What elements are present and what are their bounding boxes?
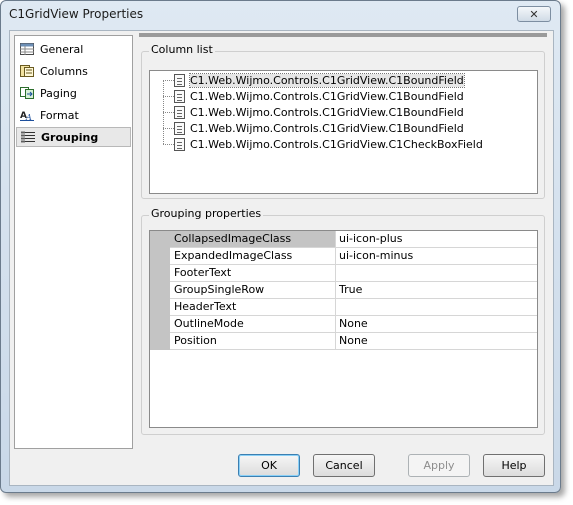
splitter-bar[interactable] (139, 33, 547, 37)
apply-button[interactable]: Apply (408, 454, 470, 477)
grouping-properties-title: Grouping properties (149, 207, 264, 220)
property-name: GroupSingleRow (170, 282, 336, 298)
tree-item[interactable]: C1.Web.Wijmo.Controls.C1GridView.C1Bound… (163, 120, 464, 136)
property-grid[interactable]: CollapsedImageClass ui-icon-plus Expande… (149, 230, 538, 428)
property-grid-gutter (150, 231, 170, 350)
close-icon: ✕ (529, 7, 539, 21)
property-value[interactable]: ui-icon-plus (336, 231, 537, 247)
tree-item[interactable]: C1.Web.Wijmo.Controls.C1GridView.C1Check… (163, 136, 483, 152)
tree-item[interactable]: C1.Web.Wijmo.Controls.C1GridView.C1Bound… (163, 88, 464, 104)
property-value[interactable]: None (336, 316, 537, 332)
grouping-icon (21, 131, 35, 143)
columns-icon (20, 65, 34, 77)
property-value[interactable] (336, 299, 537, 315)
general-icon (20, 43, 34, 55)
title-bar[interactable]: C1GridView Properties ✕ (1, 1, 560, 27)
tree-item-label: C1.Web.Wijmo.Controls.C1GridView.C1Bound… (190, 89, 464, 103)
property-row[interactable]: GroupSingleRow True (170, 282, 537, 299)
nav-item-label: General (40, 42, 84, 56)
tree-item[interactable]: C1.Web.Wijmo.Controls.C1GridView.C1Bound… (163, 104, 464, 120)
field-icon (174, 137, 185, 151)
field-icon (174, 105, 185, 119)
property-name: HeaderText (170, 299, 336, 315)
tree-item[interactable]: C1.Web.Wijmo.Controls.C1GridView.C1Bound… (163, 72, 465, 88)
field-icon (174, 73, 185, 87)
nav-item-label: Grouping (41, 130, 99, 144)
tree-item-label: C1.Web.Wijmo.Controls.C1GridView.C1Bound… (190, 121, 464, 135)
property-row[interactable]: CollapsedImageClass ui-icon-plus (170, 231, 537, 248)
property-value[interactable]: ui-icon-minus (336, 248, 537, 264)
nav-item-grouping[interactable]: Grouping (16, 127, 131, 147)
tree-item-label: C1.Web.Wijmo.Controls.C1GridView.C1Bound… (190, 105, 464, 119)
paging-icon (20, 87, 34, 99)
nav-item-format[interactable]: AA Format (16, 105, 131, 125)
field-icon (174, 121, 185, 135)
property-value[interactable] (336, 265, 537, 281)
cancel-button[interactable]: Cancel (313, 454, 375, 477)
nav-item-label: Paging (40, 86, 77, 100)
nav-item-label: Format (40, 108, 79, 122)
help-button[interactable]: Help (483, 454, 545, 477)
close-button[interactable]: ✕ (517, 6, 551, 22)
nav-item-paging[interactable]: Paging (16, 83, 131, 103)
category-nav: General Columns Paging AA Format Groupin… (14, 35, 133, 449)
ok-button[interactable]: OK (238, 454, 300, 477)
property-name: CollapsedImageClass (170, 231, 336, 247)
property-name: Position (170, 333, 336, 349)
property-row[interactable]: HeaderText (170, 299, 537, 316)
nav-item-label: Columns (40, 64, 88, 78)
property-row[interactable]: ExpandedImageClass ui-icon-minus (170, 248, 537, 265)
window-title: C1GridView Properties (9, 7, 144, 21)
column-list-group: Column list C1.Web.Wijmo.Controls.C1Grid… (141, 43, 545, 199)
properties-dialog: C1GridView Properties ✕ General Columns (0, 0, 561, 493)
nav-item-general[interactable]: General (16, 39, 131, 59)
property-name: FooterText (170, 265, 336, 281)
tree-item-label: C1.Web.Wijmo.Controls.C1GridView.C1Bound… (189, 72, 465, 88)
property-value[interactable]: True (336, 282, 537, 298)
nav-item-columns[interactable]: Columns (16, 61, 131, 81)
format-icon: AA (20, 109, 34, 122)
column-list-title: Column list (149, 43, 215, 56)
svg-text:A: A (25, 113, 32, 121)
property-name: ExpandedImageClass (170, 248, 336, 264)
field-icon (174, 89, 185, 103)
grouping-properties-group: Grouping properties CollapsedImageClass … (141, 207, 545, 435)
column-tree[interactable]: C1.Web.Wijmo.Controls.C1GridView.C1Bound… (149, 70, 538, 194)
property-name: OutlineMode (170, 316, 336, 332)
dialog-client-area: General Columns Paging AA Format Groupin… (9, 30, 554, 486)
property-row[interactable]: Position None (170, 333, 537, 350)
property-value[interactable]: None (336, 333, 537, 349)
property-row[interactable]: FooterText (170, 265, 537, 282)
property-row[interactable]: OutlineMode None (170, 316, 537, 333)
tree-item-label: C1.Web.Wijmo.Controls.C1GridView.C1Check… (190, 137, 483, 151)
